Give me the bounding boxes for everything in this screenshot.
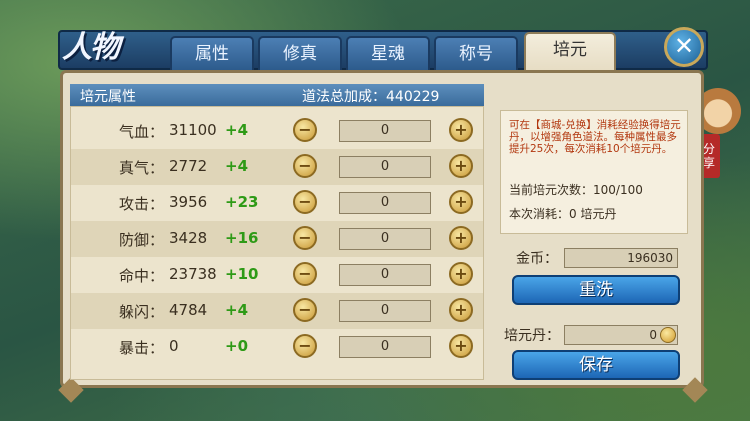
plus-icon: + [454,336,468,355]
decrease-button[interactable]: − [293,118,317,142]
close-button[interactable]: ✕ [664,27,704,67]
allocation-input[interactable]: 0 [339,156,431,178]
plus-icon: + [454,264,468,283]
allocation-input[interactable]: 0 [339,264,431,286]
info-panel: 可在【商城-兑换】消耗经验换得培元丹，以增强角色道法。每种属性最多提升25次，每… [500,110,688,234]
stat-row-attack: 攻击： 3956 +23 − 0 + [71,185,483,221]
stat-label: 气血： [119,123,165,141]
peiyuan-cost: 本次消耗：0 培元丹 [509,207,617,221]
stat-bonus: +23 [225,193,259,211]
save-button[interactable]: 保存 [512,350,680,380]
stat-row-mp: 真气： 2772 +4 − 0 + [71,149,483,185]
decrease-button[interactable]: − [293,226,317,250]
section-title: 培元属性 [80,89,136,105]
increase-button[interactable]: + [449,226,473,250]
close-x-icon: ✕ [673,32,695,60]
tab-star-soul[interactable]: 星魂 [346,36,430,70]
decrease-button[interactable]: − [293,298,317,322]
stat-value: 4784 [169,301,208,319]
tab-peiyuan[interactable]: 培元 [524,32,616,72]
stat-value: 31100 [169,121,217,139]
increase-button[interactable]: + [449,262,473,286]
total-bonus-label: 道法总加成：440229 [302,89,440,105]
increase-button[interactable]: + [449,118,473,142]
stat-label: 暴击： [119,339,165,357]
decrease-button[interactable]: − [293,334,317,358]
stat-label: 攻击： [119,195,165,213]
stat-list: 气血： 31100 +4 − 0 + 真气： 2772 +4 − 0 + 攻击：… [70,106,484,380]
stat-bonus: +4 [225,121,249,139]
plus-icon: + [454,300,468,319]
stat-value: 3956 [169,193,208,211]
stat-value: 0 [169,337,179,355]
stat-row-hp: 气血： 31100 +4 − 0 + [71,113,483,149]
section-header: 培元属性 道法总加成：440229 [70,84,484,106]
allocation-input[interactable]: 0 [339,228,431,250]
plus-icon: + [454,156,468,175]
stat-label: 躲闪： [119,303,165,321]
stat-label: 真气： [119,159,165,177]
decrease-button[interactable]: − [293,154,317,178]
allocation-input[interactable]: 0 [339,120,431,142]
stat-row-defense: 防御： 3428 +16 − 0 + [71,221,483,257]
stat-bonus: +0 [225,337,249,355]
minus-icon: − [298,300,312,319]
stat-row-hit: 命中： 23738 +10 − 0 + [71,257,483,293]
stat-bonus: +16 [225,229,259,247]
stat-label: 防御： [119,231,165,249]
minus-icon: − [298,156,312,175]
stat-value: 2772 [169,157,208,175]
decrease-button[interactable]: − [293,190,317,214]
gold-value: 196030 [564,248,678,268]
tab-cultivation[interactable]: 修真 [258,36,342,70]
plus-icon: + [454,120,468,139]
allocation-input[interactable]: 0 [339,300,431,322]
allocation-input[interactable]: 0 [339,192,431,214]
increase-button[interactable]: + [449,154,473,178]
stat-label: 命中： [119,267,165,285]
tab-attributes[interactable]: 属性 [170,36,254,70]
stat-bonus: +10 [225,265,259,283]
decrease-button[interactable]: − [293,262,317,286]
plus-icon: + [454,228,468,247]
tab-titles[interactable]: 称号 [434,36,518,70]
increase-button[interactable]: + [449,190,473,214]
info-description: 可在【商城-兑换】消耗经验换得培元丹，以增强角色道法。每种属性最多提升25次，每… [509,119,681,155]
stat-bonus: +4 [225,157,249,175]
stat-row-dodge: 躲闪： 4784 +4 − 0 + [71,293,483,329]
minus-icon: − [298,228,312,247]
stat-bonus: +4 [225,301,249,319]
minus-icon: − [298,120,312,139]
gold-label: 金币： [516,251,558,267]
coin-icon [660,327,676,343]
stat-row-crit: 暴击： 0 +0 − 0 + [71,329,483,365]
stat-value: 23738 [169,265,217,283]
allocation-input[interactable]: 0 [339,336,431,358]
character-title: 人物 [62,30,120,65]
minus-icon: − [298,192,312,211]
reset-button[interactable]: 重洗 [512,275,680,305]
minus-icon: − [298,336,312,355]
minus-icon: − [298,264,312,283]
peiyuan-count: 当前培元次数：100/100 [509,183,643,197]
stat-value: 3428 [169,229,208,247]
increase-button[interactable]: + [449,334,473,358]
pill-label: 培元丹： [504,328,560,344]
plus-icon: + [454,192,468,211]
increase-button[interactable]: + [449,298,473,322]
